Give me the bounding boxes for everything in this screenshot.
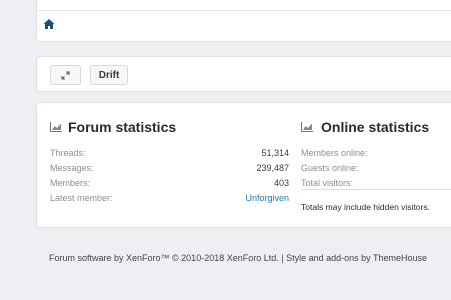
stat-label: Members: [50,178,91,188]
stat-label: Threads: [50,148,86,158]
divider [301,189,451,190]
footer-copyright: Forum software by XenForo™ © 2010-2018 X… [49,253,428,263]
stat-label: Latest member: [50,193,113,203]
statistics-panel: Forum statistics Threads: 51,314 Message… [36,102,451,228]
home-icon[interactable] [42,17,56,31]
stat-value: 239,487 [256,163,289,173]
online-label: Guests online: [301,163,359,173]
divider [37,10,451,11]
drift-button[interactable]: Drift [90,65,128,85]
toolbar: Drift [36,56,451,92]
stat-value: 403 [273,178,289,188]
online-label: Members online: [301,148,368,158]
breadcrumb-bar [36,0,451,42]
stat-value: 51,314 [261,148,289,158]
chart-icon [50,122,62,132]
stat-label: Messages: [50,163,94,173]
online-label: Total visitors: [301,178,354,188]
chart-icon [301,122,313,132]
expand-button[interactable] [50,65,81,85]
forum-statistics-title: Forum statistics [68,119,177,135]
online-statistics-title: Online statistics [321,119,430,135]
hidden-visitors-note: Totals may include hidden visitors. [301,202,430,212]
latest-member-link[interactable]: Unforgiven [245,193,289,203]
expand-icon [61,71,70,79]
